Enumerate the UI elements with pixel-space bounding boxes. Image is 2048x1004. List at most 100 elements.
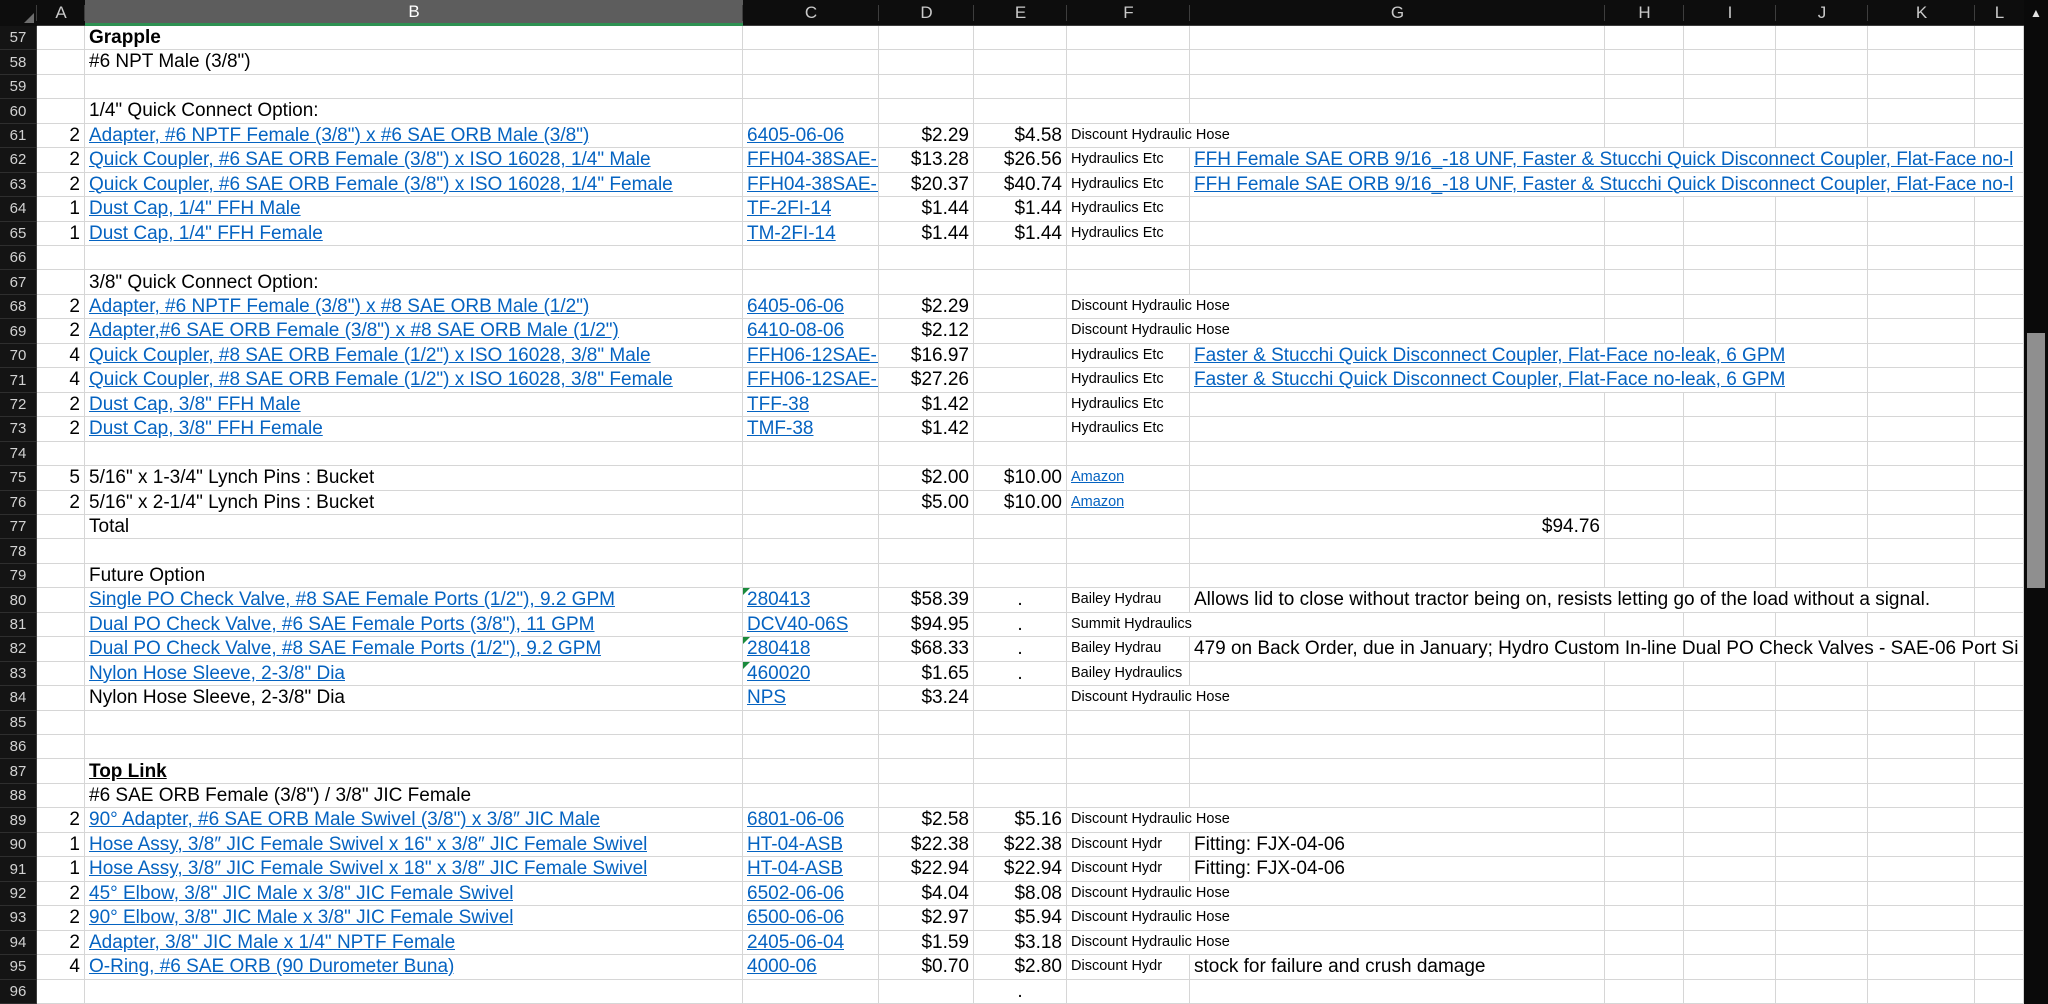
cell-B94-link[interactable]: Adapter, 3/8" JIC Male x 1/4" NPTF Femal…	[85, 931, 455, 954]
cell-B67[interactable]: 3/8" Quick Connect Option:	[85, 271, 319, 294]
row-number-65[interactable]: 65	[0, 222, 36, 246]
cell-B72-link[interactable]: Dust Cap, 3/8" FFH Male	[85, 393, 301, 416]
row-number-84[interactable]: 84	[0, 686, 36, 710]
cell-C68-link[interactable]: 6405-06-06	[743, 295, 844, 318]
cell-D90[interactable]: $22.38	[879, 833, 973, 856]
cell-D95[interactable]: $0.70	[879, 955, 973, 978]
cell-A75[interactable]: 5	[37, 466, 84, 489]
cell-C90-link[interactable]: HT-04-ASB	[743, 833, 843, 856]
cell-B83-link[interactable]: Nylon Hose Sleeve, 2-3/8" Dia	[85, 662, 345, 685]
cell-A73[interactable]: 2	[37, 417, 84, 440]
row-number-66[interactable]: 66	[0, 246, 36, 270]
cell-E82[interactable]: .	[974, 637, 1066, 660]
cell-F65[interactable]: Hydraulics Etc	[1067, 222, 1164, 245]
row-number-83[interactable]: 83	[0, 662, 36, 686]
cell-F61[interactable]: Discount Hydraulic Hose	[1067, 124, 1230, 147]
cell-G91[interactable]: Fitting: FJX-04-06	[1190, 857, 1345, 880]
cell-C65-link[interactable]: TM-2FI-14	[743, 222, 836, 245]
cell-G95[interactable]: stock for failure and crush damage	[1190, 955, 1486, 978]
row-number-67[interactable]: 67	[0, 271, 36, 295]
cell-D61[interactable]: $2.29	[879, 124, 973, 147]
cell-B65-link[interactable]: Dust Cap, 1/4" FFH Female	[85, 222, 323, 245]
cell-E90[interactable]: $22.38	[974, 833, 1066, 856]
row-number-76[interactable]: 76	[0, 491, 36, 515]
cell-C83-link[interactable]: 460020	[743, 662, 810, 685]
cell-C93-link[interactable]: 6500-06-06	[743, 906, 844, 929]
cell-G63-link[interactable]: FFH Female SAE ORB 9/16_-18 UNF, Faster …	[1190, 173, 2013, 196]
cell-F68[interactable]: Discount Hydraulic Hose	[1067, 295, 1230, 318]
cell-C73-link[interactable]: TMF-38	[743, 417, 814, 440]
cell-B60[interactable]: 1/4" Quick Connect Option:	[85, 99, 319, 122]
row-number-75[interactable]: 75	[0, 466, 36, 490]
cell-C61-link[interactable]: 6405-06-06	[743, 124, 844, 147]
cell-E81[interactable]: .	[974, 613, 1066, 636]
row-number-71[interactable]: 71	[0, 368, 36, 392]
cell-E65[interactable]: $1.44	[974, 222, 1066, 245]
cell-E61[interactable]: $4.58	[974, 124, 1066, 147]
row-number-81[interactable]: 81	[0, 613, 36, 637]
row-number-60[interactable]: 60	[0, 99, 36, 123]
cell-A62[interactable]: 2	[37, 148, 84, 171]
column-header-L[interactable]: L	[1975, 0, 2024, 26]
cell-B95-link[interactable]: O-Ring, #6 SAE ORB (90 Durometer Buna)	[85, 955, 454, 978]
cell-E75[interactable]: $10.00	[974, 466, 1066, 489]
cell-B79[interactable]: Future Option	[85, 564, 205, 587]
cell-D93[interactable]: $2.97	[879, 906, 973, 929]
cell-A70[interactable]: 4	[37, 344, 84, 367]
cell-D64[interactable]: $1.44	[879, 197, 973, 220]
row-number-59[interactable]: 59	[0, 75, 36, 99]
cell-B58[interactable]: #6 NPT Male (3/8")	[85, 50, 251, 73]
scrollbar-thumb[interactable]	[2027, 333, 2045, 588]
row-number-91[interactable]: 91	[0, 857, 36, 881]
row-number-92[interactable]: 92	[0, 882, 36, 906]
cell-C64-link[interactable]: TF-2FI-14	[743, 197, 831, 220]
row-number-73[interactable]: 73	[0, 417, 36, 441]
row-number-82[interactable]: 82	[0, 637, 36, 661]
cell-F75-link[interactable]: Amazon	[1067, 466, 1124, 489]
cell-E62[interactable]: $26.56	[974, 148, 1066, 171]
cell-A65[interactable]: 1	[37, 222, 84, 245]
cell-D70[interactable]: $16.97	[879, 344, 973, 367]
cell-F83[interactable]: Bailey Hydraulics	[1067, 662, 1182, 685]
select-all-corner[interactable]	[0, 0, 37, 26]
cell-F94[interactable]: Discount Hydraulic Hose	[1067, 931, 1230, 954]
row-number-70[interactable]: 70	[0, 344, 36, 368]
column-header-F[interactable]: F	[1067, 0, 1190, 26]
cell-D62[interactable]: $13.28	[879, 148, 973, 171]
cell-A63[interactable]: 2	[37, 173, 84, 196]
cell-D92[interactable]: $4.04	[879, 882, 973, 905]
cell-F91[interactable]: Discount Hydr	[1067, 857, 1162, 880]
cell-A76[interactable]: 2	[37, 491, 84, 514]
cell-D65[interactable]: $1.44	[879, 222, 973, 245]
scroll-up-arrow-icon[interactable]: ▲	[2024, 4, 2048, 22]
cell-C81-link[interactable]: DCV40-06S	[743, 613, 848, 636]
cell-E91[interactable]: $22.94	[974, 857, 1066, 880]
cell-F81[interactable]: Summit Hydraulics	[1067, 613, 1192, 636]
cell-B93-link[interactable]: 90° Elbow, 3/8" JIC Male x 3/8" JIC Fema…	[85, 906, 513, 929]
row-number-90[interactable]: 90	[0, 833, 36, 857]
row-number-62[interactable]: 62	[0, 148, 36, 172]
cell-C72-link[interactable]: TFF-38	[743, 393, 809, 416]
cell-B61-link[interactable]: Adapter, #6 NPTF Female (3/8") x #6 SAE …	[85, 124, 589, 147]
cell-C62-link[interactable]: FFH04-38SAE-M	[743, 148, 878, 171]
cell-D76[interactable]: $5.00	[879, 491, 973, 514]
row-number-78[interactable]: 78	[0, 539, 36, 563]
cell-B82-link[interactable]: Dual PO Check Valve, #8 SAE Female Ports…	[85, 637, 601, 660]
cell-C63-link[interactable]: FFH04-38SAE-F	[743, 173, 878, 196]
cell-B88[interactable]: #6 SAE ORB Female (3/8") / 3/8" JIC Fema…	[85, 784, 471, 807]
cell-B57[interactable]: Grapple	[85, 26, 161, 49]
cell-F70[interactable]: Hydraulics Etc	[1067, 344, 1164, 367]
cell-D63[interactable]: $20.37	[879, 173, 973, 196]
cell-D94[interactable]: $1.59	[879, 931, 973, 954]
cell-E96[interactable]: .	[974, 980, 1066, 1003]
row-number-96[interactable]: 96	[0, 980, 36, 1004]
cell-F64[interactable]: Hydraulics Etc	[1067, 197, 1164, 220]
row-number-58[interactable]: 58	[0, 50, 36, 74]
cell-F62[interactable]: Hydraulics Etc	[1067, 148, 1164, 171]
cell-E92[interactable]: $8.08	[974, 882, 1066, 905]
cell-C92-link[interactable]: 6502-06-06	[743, 882, 844, 905]
cell-B84[interactable]: Nylon Hose Sleeve, 2-3/8" Dia	[85, 686, 345, 709]
cell-A64[interactable]: 1	[37, 197, 84, 220]
cell-C80-link[interactable]: 280413	[743, 588, 810, 611]
cell-D75[interactable]: $2.00	[879, 466, 973, 489]
